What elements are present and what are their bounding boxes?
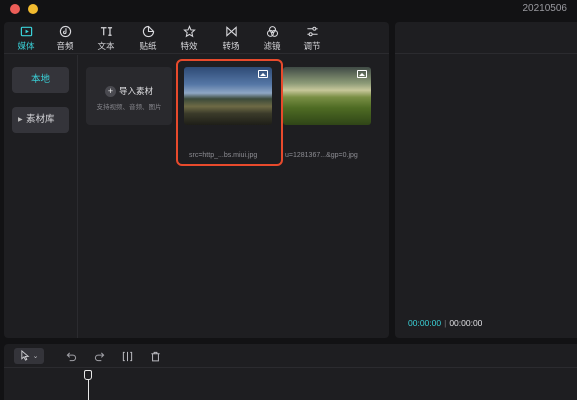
- tab-media[interactable]: 媒体: [10, 25, 42, 52]
- tab-transition[interactable]: 转场: [215, 25, 247, 52]
- caret-right-icon: ▶: [18, 117, 23, 123]
- timecode-separator: |: [444, 318, 447, 328]
- pointer-select-icon: [20, 349, 31, 361]
- minimize-window-button[interactable]: [28, 4, 38, 14]
- split-icon: [122, 350, 133, 362]
- current-time: 00:00:00: [408, 318, 442, 328]
- sidebar-item-library[interactable]: ▶ 素材库: [12, 107, 69, 133]
- sticker-icon: [132, 25, 164, 39]
- close-window-button[interactable]: [10, 4, 20, 14]
- redo-icon: [94, 350, 105, 362]
- effects-star-icon: [173, 25, 205, 39]
- adjust-sliders-icon: [296, 25, 328, 39]
- tab-sticker[interactable]: 贴纸: [132, 25, 164, 52]
- tab-text[interactable]: 文本: [90, 25, 122, 52]
- media-thumbnail[interactable]: [184, 67, 272, 125]
- split-button[interactable]: [120, 348, 134, 364]
- timeline-panel: ⌄: [4, 344, 577, 400]
- pointer-select-button[interactable]: ⌄: [14, 348, 44, 364]
- plus-icon: +: [104, 86, 116, 97]
- version-label: 20210506: [522, 3, 568, 14]
- filter-circles-icon: [256, 25, 288, 39]
- redo-button[interactable]: [92, 348, 106, 364]
- media-filename: u=1281367...&gp=0.jpg: [285, 152, 358, 159]
- tab-audio[interactable]: 音频: [49, 25, 81, 52]
- timeline-toolbar: ⌄: [4, 344, 577, 368]
- import-title: 导入素材: [118, 86, 153, 96]
- media-play-icon: [10, 25, 42, 39]
- title-bar: 20210506: [0, 0, 577, 22]
- delete-button[interactable]: [148, 348, 162, 364]
- sidebar-item-local[interactable]: 本地: [12, 67, 69, 93]
- preview-header: [395, 22, 577, 54]
- category-toolbar: 媒体 音频 文本 贴纸 特效 转场 滤镜 调节: [4, 22, 389, 54]
- import-media-button[interactable]: + 导入素材 支持视频、音频、图片: [86, 67, 172, 125]
- audio-note-icon: [49, 25, 81, 39]
- library-sidebar: 本地 ▶ 素材库: [4, 55, 78, 338]
- total-time: 00:00:00: [449, 318, 483, 328]
- timecode: 00:00:00 | 00:00:00: [408, 318, 482, 328]
- media-library-panel: 媒体 音频 文本 贴纸 特效 转场 滤镜 调节 本地 ▶ 素材库 + 导入素材 …: [4, 22, 389, 338]
- image-icon: [258, 70, 268, 78]
- playhead-line: [87, 380, 89, 400]
- import-subtitle: 支持视频、音频、图片: [96, 104, 162, 111]
- undo-icon: [66, 350, 77, 362]
- tab-effects[interactable]: 特效: [173, 25, 205, 52]
- media-filename: src=http_...bs.miui.jpg: [189, 152, 258, 159]
- transition-bowtie-icon: [215, 25, 247, 39]
- media-thumbnail[interactable]: [283, 67, 371, 125]
- delete-icon: [150, 350, 161, 362]
- undo-button[interactable]: [64, 348, 78, 364]
- text-ti-icon: [90, 25, 122, 39]
- tab-filter[interactable]: 滤镜: [256, 25, 288, 52]
- preview-panel: 00:00:00 | 00:00:00: [395, 22, 577, 338]
- tab-adjust[interactable]: 调节: [296, 25, 328, 52]
- sidebar-item-label: 素材库: [26, 114, 55, 125]
- image-icon: [357, 70, 367, 78]
- playhead-handle[interactable]: [84, 370, 92, 380]
- chevron-down-icon: ⌄: [32, 353, 39, 360]
